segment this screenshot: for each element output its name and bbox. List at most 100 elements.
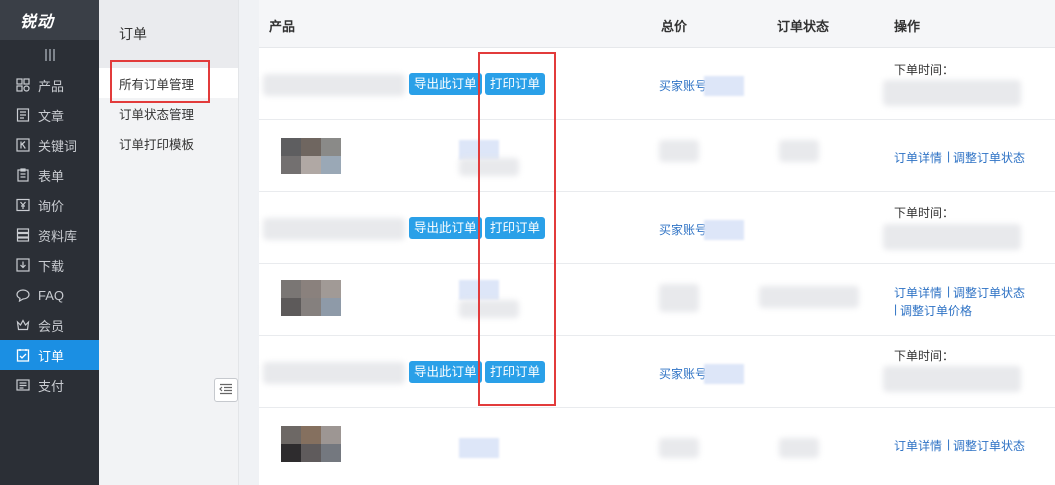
- nav-item-keyword[interactable]: 关键词: [0, 130, 99, 160]
- link-separator: |: [947, 149, 951, 163]
- nav-item-label: 资料库: [38, 228, 78, 244]
- nav-item-member[interactable]: 会员: [0, 310, 99, 340]
- export-order-button[interactable]: 导出此订单: [409, 217, 482, 239]
- blurred-status: [759, 286, 859, 308]
- col-product: 产品: [269, 19, 296, 34]
- nav-item-label: 表单: [38, 168, 65, 184]
- order-time-label: 下单时间：: [894, 206, 955, 220]
- product-thumbnail: [281, 426, 341, 462]
- col-action: 操作: [894, 19, 921, 34]
- link-separator: |: [947, 284, 951, 298]
- print-order-button[interactable]: 打印订单: [485, 73, 546, 95]
- blurred-buyer: [704, 364, 744, 384]
- table-header: 产品 总价 订单状态 操作: [259, 0, 1055, 48]
- blurred-order-time: [883, 366, 1021, 392]
- app-root: 锐动 产品 文章 关键词 表单 询价 资料库 下载 FAQ 会员 订单 支付 订…: [0, 0, 1055, 485]
- database-icon: [16, 228, 30, 242]
- order-subnav: 订单 所有订单管理 订单状态管理 订单打印模板: [99, 0, 239, 485]
- brand-logo-text: 锐动: [20, 14, 55, 31]
- export-order-button[interactable]: 导出此订单: [409, 73, 482, 95]
- table-row: 导出此订单 打印订单 买家账号 下单时间：: [259, 48, 1055, 120]
- blurred-quantity: [459, 280, 499, 300]
- main-content: 产品 总价 订单状态 操作 导出此订单 打印订单 买家账号 下单时间： 订单详情…: [239, 0, 1055, 485]
- nav-item-label: 会员: [38, 318, 65, 334]
- blurred-product-name: [263, 74, 405, 96]
- nav-item-article[interactable]: 文章: [0, 100, 99, 130]
- nav-item-label: 文章: [38, 108, 65, 124]
- export-order-button[interactable]: 导出此订单: [409, 361, 482, 383]
- checklist-icon: [16, 348, 30, 362]
- clipboard-icon: [16, 168, 30, 182]
- subnav-item-all-orders[interactable]: 所有订单管理: [99, 68, 238, 98]
- buyer-account-link[interactable]: 买家账号: [659, 77, 707, 94]
- nav-item-label: 订单: [38, 348, 65, 364]
- yen-icon: [16, 198, 30, 212]
- crown-icon: [16, 318, 30, 332]
- wallet-icon: [16, 378, 30, 392]
- document-icon: [16, 108, 30, 122]
- table-row: 导出此订单 打印订单 买家账号 下单时间：: [259, 192, 1055, 264]
- nav-item-product[interactable]: 产品: [0, 70, 99, 100]
- nav-item-label: 产品: [38, 78, 65, 94]
- blurred-spec: [459, 300, 519, 318]
- nav-item-form[interactable]: 表单: [0, 160, 99, 190]
- blurred-quantity: [459, 140, 499, 160]
- change-status-link[interactable]: 调整订单状态: [953, 284, 1025, 301]
- nav-item-payment[interactable]: 支付: [0, 370, 99, 400]
- order-time-label: 下单时间：: [894, 349, 955, 363]
- nav-item-label: 下载: [38, 258, 65, 274]
- order-time-label: 下单时间：: [894, 63, 955, 77]
- table-row: 导出此订单 打印订单 买家账号 下单时间：: [259, 336, 1055, 408]
- subnav-item-order-status[interactable]: 订单状态管理: [99, 98, 238, 128]
- nav-item-download[interactable]: 下载: [0, 250, 99, 280]
- nav-item-library[interactable]: 资料库: [0, 220, 99, 250]
- link-separator: |: [894, 302, 898, 316]
- brand-logo[interactable]: 锐动: [0, 0, 99, 40]
- blurred-status: [779, 140, 819, 162]
- nav-item-label: 关键词: [38, 138, 78, 154]
- subnav-item-print-template[interactable]: 订单打印模板: [99, 128, 238, 158]
- table-row: 订单详情 | 调整订单状态: [259, 120, 1055, 192]
- collapse-icon: [219, 383, 233, 398]
- link-separator: |: [947, 437, 951, 451]
- orders-table: 产品 总价 订单状态 操作 导出此订单 打印订单 买家账号 下单时间： 订单详情…: [259, 0, 1055, 485]
- collapse-sidebar-button[interactable]: [214, 378, 238, 402]
- col-status: 订单状态: [777, 19, 830, 34]
- order-detail-link[interactable]: 订单详情: [894, 437, 942, 454]
- change-status-link[interactable]: 调整订单状态: [953, 149, 1025, 166]
- blurred-product-name: [263, 218, 405, 240]
- blurred-quantity: [459, 438, 499, 458]
- order-detail-link[interactable]: 订单详情: [894, 284, 942, 301]
- table-row: 订单详情 | 调整订单状态 | 调整订单价格: [259, 264, 1055, 336]
- change-status-link[interactable]: 调整订单状态: [953, 437, 1025, 454]
- menu-toggle-icon[interactable]: [0, 40, 99, 70]
- product-thumbnail: [281, 280, 341, 316]
- blurred-spec: [459, 158, 519, 176]
- blurred-price: [659, 140, 699, 162]
- print-order-button[interactable]: 打印订单: [485, 361, 546, 383]
- buyer-account-link[interactable]: 买家账号: [659, 365, 707, 382]
- nav-item-inquiry[interactable]: 询价: [0, 190, 99, 220]
- change-price-link[interactable]: 调整订单价格: [900, 302, 972, 319]
- blurred-order-time: [883, 80, 1021, 106]
- nav-item-label: 支付: [38, 378, 65, 394]
- main-sidebar: 锐动 产品 文章 关键词 表单 询价 资料库 下载 FAQ 会员 订单 支付: [0, 0, 99, 485]
- nav-item-label: 询价: [38, 198, 65, 214]
- blurred-buyer: [704, 76, 744, 96]
- buyer-account-link[interactable]: 买家账号: [659, 221, 707, 238]
- nav-item-order[interactable]: 订单: [0, 340, 99, 370]
- blurred-order-time: [883, 224, 1021, 250]
- nav-item-faq[interactable]: FAQ: [0, 280, 99, 310]
- blurred-buyer: [704, 220, 744, 240]
- download-icon: [16, 258, 30, 272]
- blurred-status: [779, 438, 819, 458]
- blurred-product-name: [263, 362, 405, 384]
- blurred-price: [659, 438, 699, 458]
- order-detail-link[interactable]: 订单详情: [894, 149, 942, 166]
- product-thumbnail: [281, 138, 341, 174]
- chat-icon: [16, 288, 30, 302]
- print-order-button[interactable]: 打印订单: [485, 217, 546, 239]
- grid-icon: [16, 78, 30, 92]
- blurred-price: [659, 284, 699, 312]
- subnav-title: 订单: [99, 0, 238, 68]
